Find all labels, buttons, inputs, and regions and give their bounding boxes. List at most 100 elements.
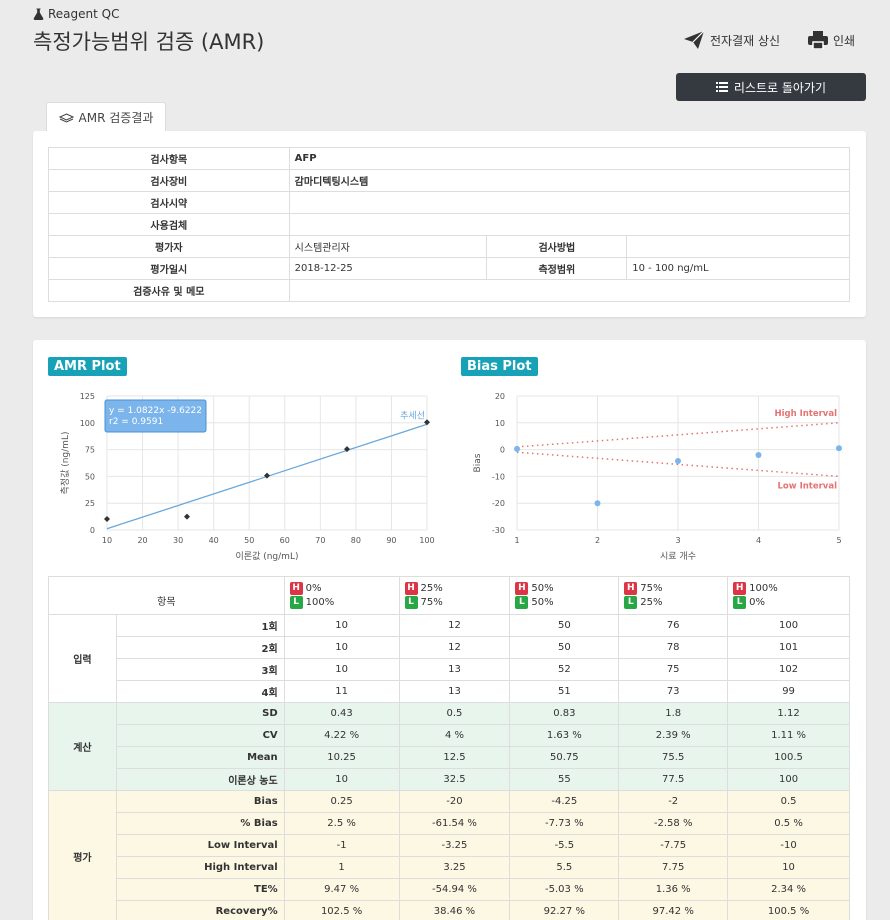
table-row: 4회 11 13 51 73 99 xyxy=(49,680,850,703)
group-label: 평가 xyxy=(48,790,117,920)
table-cell: 76 xyxy=(618,614,729,637)
table-cell: 1.63 % xyxy=(509,724,620,747)
high-tag: H xyxy=(289,582,303,595)
table-row: 2회 10 12 50 78 101 xyxy=(49,636,850,659)
amr-x-axis-label: 이론값 (ng/mL) xyxy=(236,550,299,562)
table-cell: 2.5 % xyxy=(283,812,400,835)
back-to-list-button[interactable]: 리스트로 돌아가기 xyxy=(676,73,866,101)
equip-label: 검사장비 xyxy=(48,169,290,192)
table-row: Mean 10.25 12.5 50.75 75.5 100.5 xyxy=(49,746,850,769)
brand-label: Reagent QC xyxy=(48,7,120,21)
row-label: 2회 xyxy=(115,636,285,659)
amr-x-tick-label: 30 xyxy=(173,536,183,545)
low-tag: L xyxy=(404,596,418,609)
table-cell: -54.94 % xyxy=(398,878,511,901)
table-cell: 1.8 xyxy=(618,702,729,725)
bias-x-tick-label: 1 xyxy=(514,536,519,545)
amr-y-tick-label: 25 xyxy=(85,499,95,508)
reagent-label: 검사시약 xyxy=(48,191,290,214)
row-label: 이론상 농도 xyxy=(115,768,285,791)
amr-plot-title: AMR Plot xyxy=(48,357,127,376)
table-cell: 75 xyxy=(618,658,729,681)
table-cell: 0.5 xyxy=(727,790,850,813)
high-tag: H xyxy=(515,582,529,595)
table-cell: 101 xyxy=(727,636,850,659)
table-cell: 12.5 xyxy=(398,746,511,769)
row-label: 4회 xyxy=(115,680,285,703)
table-cell: 97.42 % xyxy=(618,900,729,920)
level-header: H 75% L 25% xyxy=(618,576,729,615)
bias-data-point xyxy=(675,457,681,464)
table-cell: 10.25 xyxy=(283,746,400,769)
memo-value xyxy=(288,279,851,302)
row-label: Recovery% xyxy=(115,900,285,920)
table-cell: -10 xyxy=(727,834,850,857)
tab-amr-result[interactable]: AMR 검증결과 xyxy=(46,102,166,132)
amr-plot: 0 25 50 75 100 125 10 20 30 40 50 60 70 80 90 100 이론값 (n… xyxy=(59,392,435,562)
table-row: 3회 10 13 52 75 102 xyxy=(49,658,850,681)
table-row: CV 4.22 % 4 % 1.63 % 2.39 % 1.11 % xyxy=(49,724,850,747)
bias-plot-title: Bias Plot xyxy=(461,357,538,376)
table-cell: 38.46 % xyxy=(398,900,511,920)
item-label: 검사항목 xyxy=(48,147,290,170)
bias-y-tick-label: 10 xyxy=(495,419,505,428)
reagent-value xyxy=(288,191,851,214)
low-tag: L xyxy=(289,596,303,609)
amr-y-tick-label: 0 xyxy=(90,526,95,535)
table-cell: 2.39 % xyxy=(618,724,729,747)
specimen-value xyxy=(288,213,851,236)
print-button[interactable]: 인쇄 xyxy=(808,31,855,49)
bias-data-point xyxy=(594,500,601,507)
table-cell: -1 xyxy=(283,834,400,857)
table-cell: 4.22 % xyxy=(283,724,400,747)
table-cell: 73 xyxy=(618,680,729,703)
amr-data-point xyxy=(184,513,190,520)
table-row: 이론상 농도 10 32.5 55 77.5 100 xyxy=(49,768,850,791)
table-cell: 92.27 % xyxy=(509,900,620,920)
results-header-label: 항목 xyxy=(48,576,285,615)
bias-data-point xyxy=(514,445,520,452)
low-tag: L xyxy=(515,596,529,609)
table-cell: 9.47 % xyxy=(283,878,400,901)
approval-label: 전자결재 상신 xyxy=(710,33,781,48)
high-level: 0% xyxy=(305,583,322,594)
table-cell: 0.83 xyxy=(509,702,620,725)
amr-r2-text: r2 = 0.9591 xyxy=(109,417,163,427)
high-level: 75% xyxy=(640,583,663,594)
item-value: AFP xyxy=(288,147,851,170)
low-level: 0% xyxy=(749,597,765,608)
amr-y-axis-label: 측정값 (ng/mL) xyxy=(59,432,71,495)
bias-y-tick-label: -10 xyxy=(492,472,505,481)
bias-low-interval-label: Low Interval xyxy=(778,481,838,491)
bias-x-tick-label: 4 xyxy=(756,536,761,545)
approval-button[interactable]: 전자결재 상신 xyxy=(683,31,780,49)
row-label: High Interval xyxy=(115,856,285,879)
table-row: % Bias 2.5 % -61.54 % -7.73 % -2.58 % 0.5 % xyxy=(49,812,850,835)
row-label: Low Interval xyxy=(115,834,285,857)
table-cell: 0.25 xyxy=(283,790,400,813)
row-label: CV xyxy=(115,724,285,747)
table-cell: 10 xyxy=(283,658,400,681)
row-label: SD xyxy=(115,702,285,725)
bias-x-tick-label: 2 xyxy=(595,536,600,545)
table-cell: 100.5 % xyxy=(727,900,850,920)
table-cell: 0.5 % xyxy=(727,812,850,835)
table-row: TE% 9.47 % -54.94 % -5.03 % 1.36 % 2.34 % xyxy=(49,878,850,901)
amr-trendline-label: 추세선 xyxy=(400,410,425,421)
table-cell: -20 xyxy=(398,790,511,813)
bias-x-tick-label: 3 xyxy=(675,536,680,545)
bias-y-axis-label: Bias xyxy=(473,453,483,472)
row-label: 3회 xyxy=(115,658,285,681)
table-cell: 5.5 xyxy=(509,856,620,879)
amr-x-tick-label: 50 xyxy=(244,536,254,545)
low-level: 50% xyxy=(531,597,554,608)
range-label: 측정범위 xyxy=(486,257,628,280)
table-cell: 12 xyxy=(398,614,511,637)
table-cell: -2.58 % xyxy=(618,812,729,835)
print-icon xyxy=(808,31,828,49)
table-cell: 50 xyxy=(509,636,620,659)
low-tag: L xyxy=(733,596,747,609)
table-cell: 4 % xyxy=(398,724,511,747)
high-level: 25% xyxy=(420,583,443,594)
row-label: 1회 xyxy=(115,614,285,637)
